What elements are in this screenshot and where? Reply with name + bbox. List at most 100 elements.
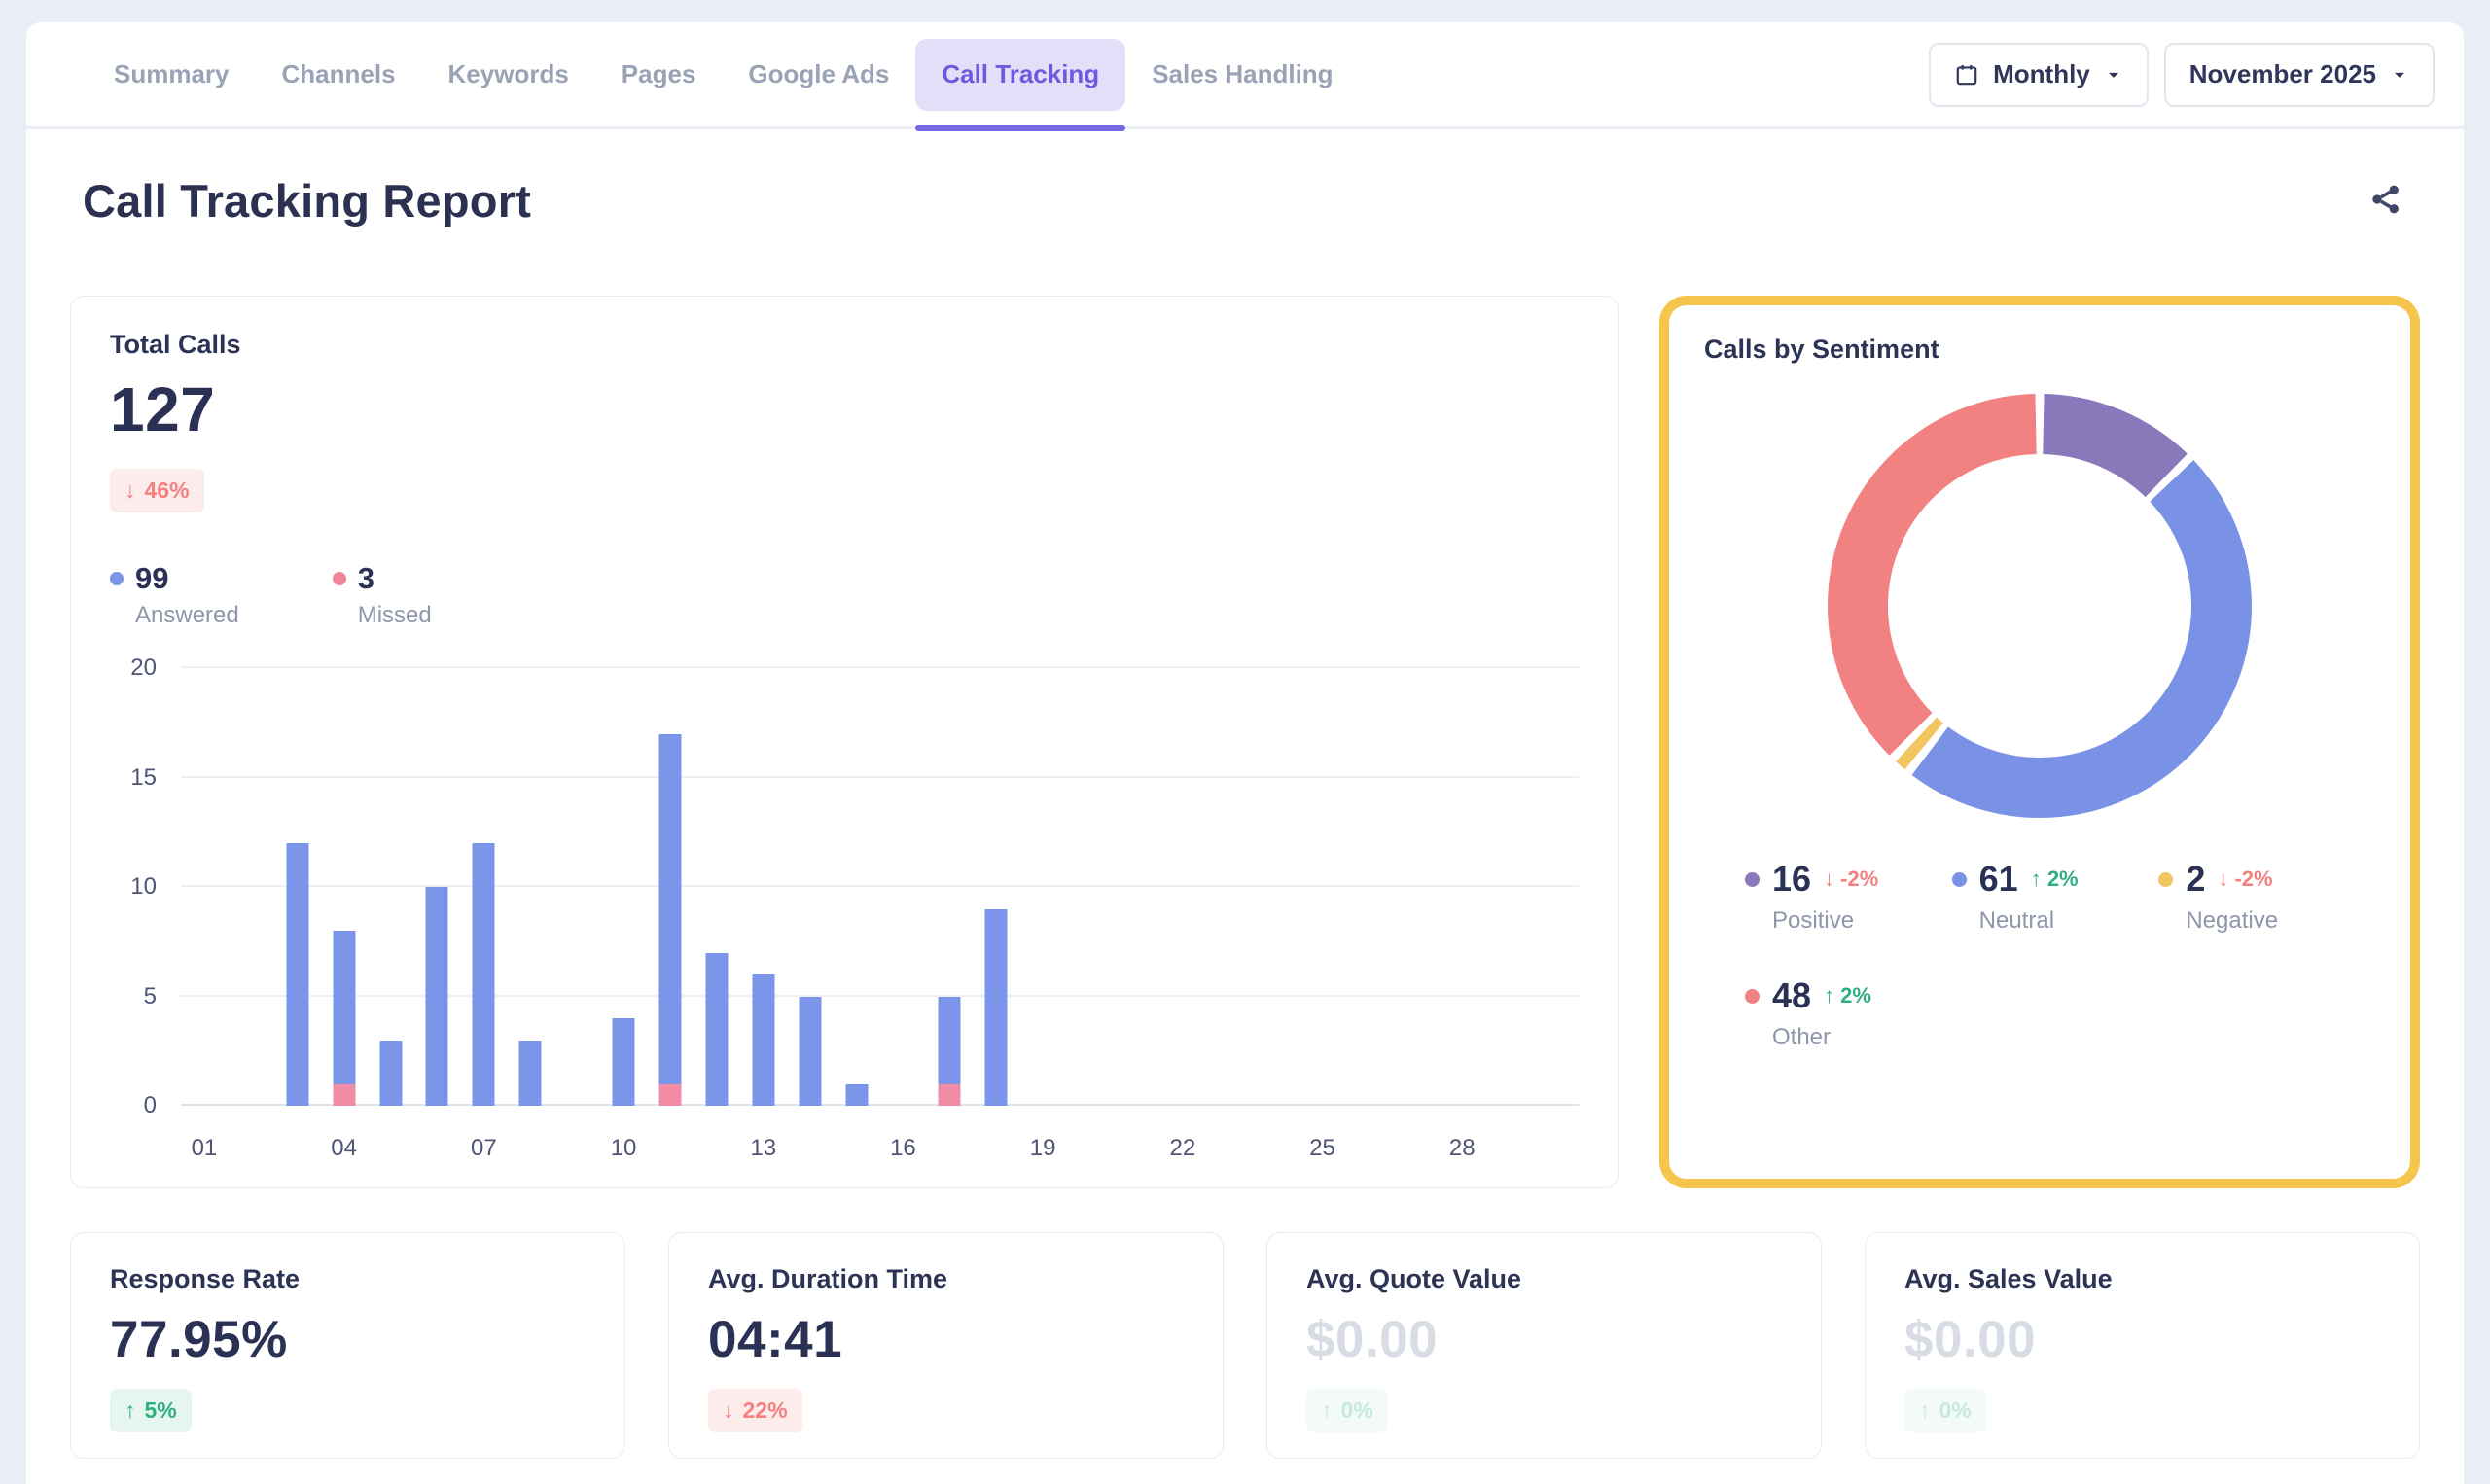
bar-missed-day-11 [658, 1084, 681, 1107]
tab-sales-handling[interactable]: Sales Handling [1125, 39, 1359, 111]
sentiment-legend-item-other: 48 ↑ 2% Other [1745, 975, 1952, 1051]
bar-answered-day-11 [658, 734, 681, 1084]
sentiment-legend-top-other: 48 ↑ 2% [1745, 975, 1952, 1016]
sentiment-dot-negative [2158, 872, 2173, 887]
calls-bar-chart: 0510152001040710131619222528 [110, 668, 1579, 1162]
y-axis-label-5: 5 [110, 983, 157, 1010]
sentiment-legend-top-neutral: 61↑ 2% [1952, 859, 2159, 900]
tab-channels[interactable]: Channels [256, 39, 422, 111]
chevron-down-icon [2390, 65, 2409, 85]
kpi-delta-value-avg-sales-value: 0% [1939, 1397, 1972, 1424]
sentiment-card: Calls by Sentiment 16↓ -2% Positive61↑ 2%… [1659, 296, 2420, 1188]
x-axis-label-13: 13 [750, 1135, 776, 1162]
bar-answered-day-18 [985, 909, 1008, 1107]
bar-missed-day-17 [939, 1084, 961, 1107]
kpi-title-avg-duration-time: Avg. Duration Time [708, 1264, 1184, 1294]
legend-value-missed: 3 [358, 561, 432, 596]
kpi-card-avg-quote-value: Avg. Quote Value $0.00 ↑0% [1266, 1232, 1822, 1459]
total-calls-value: 127 [110, 373, 1579, 445]
bar-answered-day-14 [799, 997, 821, 1107]
total-calls-title: Total Calls [110, 330, 1579, 360]
kpi-value-avg-quote-value: $0.00 [1306, 1310, 1782, 1369]
x-axis-label-22: 22 [1169, 1135, 1195, 1162]
sentiment-legend-item-positive: 16↓ -2% Positive [1745, 859, 1952, 935]
month-dropdown-label: November 2025 [2189, 59, 2376, 89]
bar-answered-day-15 [845, 1084, 868, 1107]
sentiment-label-neutral: Neutral [1979, 907, 2159, 935]
sentiment-label-positive: Positive [1772, 907, 1952, 935]
kpi-card-avg-sales-value: Avg. Sales Value$0.00↑0% [1865, 1232, 2420, 1459]
sentiment-delta-negative: ↓ -2% [2218, 866, 2272, 892]
bar-answered-day-04 [333, 931, 355, 1084]
total-calls-delta-badge: ↓ 46% [110, 469, 204, 512]
legend-item-answered: 99 Answered [110, 561, 239, 629]
tab-summary[interactable]: Summary [88, 39, 256, 111]
sentiment-label-other: Other [1772, 1024, 1952, 1051]
legend-item-missed: 3Missed [333, 561, 432, 629]
sentiment-dot-positive [1745, 872, 1760, 887]
sentiment-legend-item-neutral: 61↑ 2% Neutral [1952, 859, 2159, 935]
tab-google-ads[interactable]: Google Ads [722, 39, 915, 111]
total-calls-legend: 99 Answered 3Missed [110, 561, 1579, 629]
sentiment-legend-item-negative: 2↓ -2%Negative [2158, 859, 2366, 935]
x-axis-label-19: 19 [1030, 1135, 1056, 1162]
kpi-delta-value-response-rate: 5% [145, 1397, 177, 1424]
sentiment-delta-other: ↑ 2% [1824, 983, 1871, 1008]
legend-value-answered: 99 [135, 561, 239, 596]
month-dropdown[interactable]: November 2025 [2164, 43, 2435, 107]
main-row: Total Calls 127 ↓ 46% 99Answered3Missed … [26, 296, 2464, 1188]
x-axis-label-28: 28 [1449, 1135, 1476, 1162]
page-title: Call Tracking Report [83, 174, 531, 228]
kpi-delta-badge-avg-duration-time: ↓22% [708, 1389, 802, 1432]
kpi-title-response-rate: Response Rate [110, 1264, 586, 1294]
share-icon [2368, 182, 2403, 220]
tab-pages[interactable]: Pages [595, 39, 723, 111]
x-axis-label-01: 01 [192, 1135, 218, 1162]
arrow-down-icon: ↓ [124, 477, 136, 504]
top-nav: SummaryChannelsKeywordsPagesGoogle AdsCa… [26, 22, 2464, 129]
sentiment-dot-other [1745, 989, 1760, 1004]
sentiment-value-other: 48 [1772, 975, 1811, 1016]
legend-dot-missed [333, 572, 346, 585]
bar-answered-day-12 [705, 953, 728, 1107]
donut-segment-negative [1916, 739, 1924, 746]
donut-segment-neutral [1930, 480, 2222, 788]
legend-label-answered: Answered [135, 602, 239, 629]
share-button[interactable] [2365, 180, 2407, 223]
title-row: Call Tracking Report [26, 174, 2464, 228]
kpi-delta-badge-avg-sales-value: ↑0% [1904, 1389, 1986, 1432]
bar-answered-day-05 [379, 1041, 402, 1107]
tab-keywords[interactable]: Keywords [422, 39, 595, 111]
gridline-y-15 [181, 776, 1579, 778]
chevron-down-icon [2104, 65, 2123, 85]
sentiment-title: Calls by Sentiment [1704, 335, 2375, 365]
tab-call-tracking[interactable]: Call Tracking [915, 39, 1125, 111]
app-panel: SummaryChannelsKeywordsPagesGoogle AdsCa… [26, 22, 2464, 1484]
sentiment-legend: 16↓ -2%Positive61↑ 2%Neutral2↓ -2%Negati… [1745, 859, 2366, 1051]
kpi-value-avg-duration-time: 04:41 [708, 1310, 1184, 1369]
donut-segment-other [1858, 424, 2036, 734]
kpi-delta-value-avg-duration-time: 22% [743, 1397, 788, 1424]
y-axis-label-20: 20 [110, 654, 157, 682]
kpi-value-response-rate: 77.95% [110, 1310, 586, 1369]
bar-missed-day-04 [333, 1084, 355, 1107]
x-axis-label-25: 25 [1309, 1135, 1335, 1162]
kpi-title-avg-quote-value: Avg. Quote Value [1306, 1264, 1782, 1294]
y-axis-label-10: 10 [110, 873, 157, 901]
kpi-delta-badge-avg-quote-value: ↑0% [1306, 1389, 1388, 1432]
nav-tabs: SummaryChannelsKeywordsPagesGoogle AdsCa… [88, 22, 1360, 126]
period-dropdown[interactable]: Monthly [1929, 43, 2149, 107]
sentiment-value-negative: 2 [2186, 859, 2205, 900]
bar-answered-day-03 [286, 843, 308, 1106]
kpi-card-response-rate: Response Rate77.95%↑5% [70, 1232, 625, 1459]
sentiment-legend-top-positive: 16↓ -2% [1745, 859, 1952, 900]
sentiment-donut-chart [1820, 386, 2259, 826]
x-axis-label-07: 07 [471, 1135, 497, 1162]
x-axis-label-10: 10 [611, 1135, 637, 1162]
sentiment-delta-positive: ↓ -2% [1824, 866, 1878, 892]
kpi-value-avg-sales-value: $0.00 [1904, 1310, 2380, 1369]
bar-answered-day-13 [752, 974, 774, 1106]
total-calls-delta-value: 46% [145, 477, 190, 504]
x-axis-label-16: 16 [890, 1135, 916, 1162]
total-calls-card: Total Calls 127 ↓ 46% 99Answered3Missed … [70, 296, 1618, 1188]
